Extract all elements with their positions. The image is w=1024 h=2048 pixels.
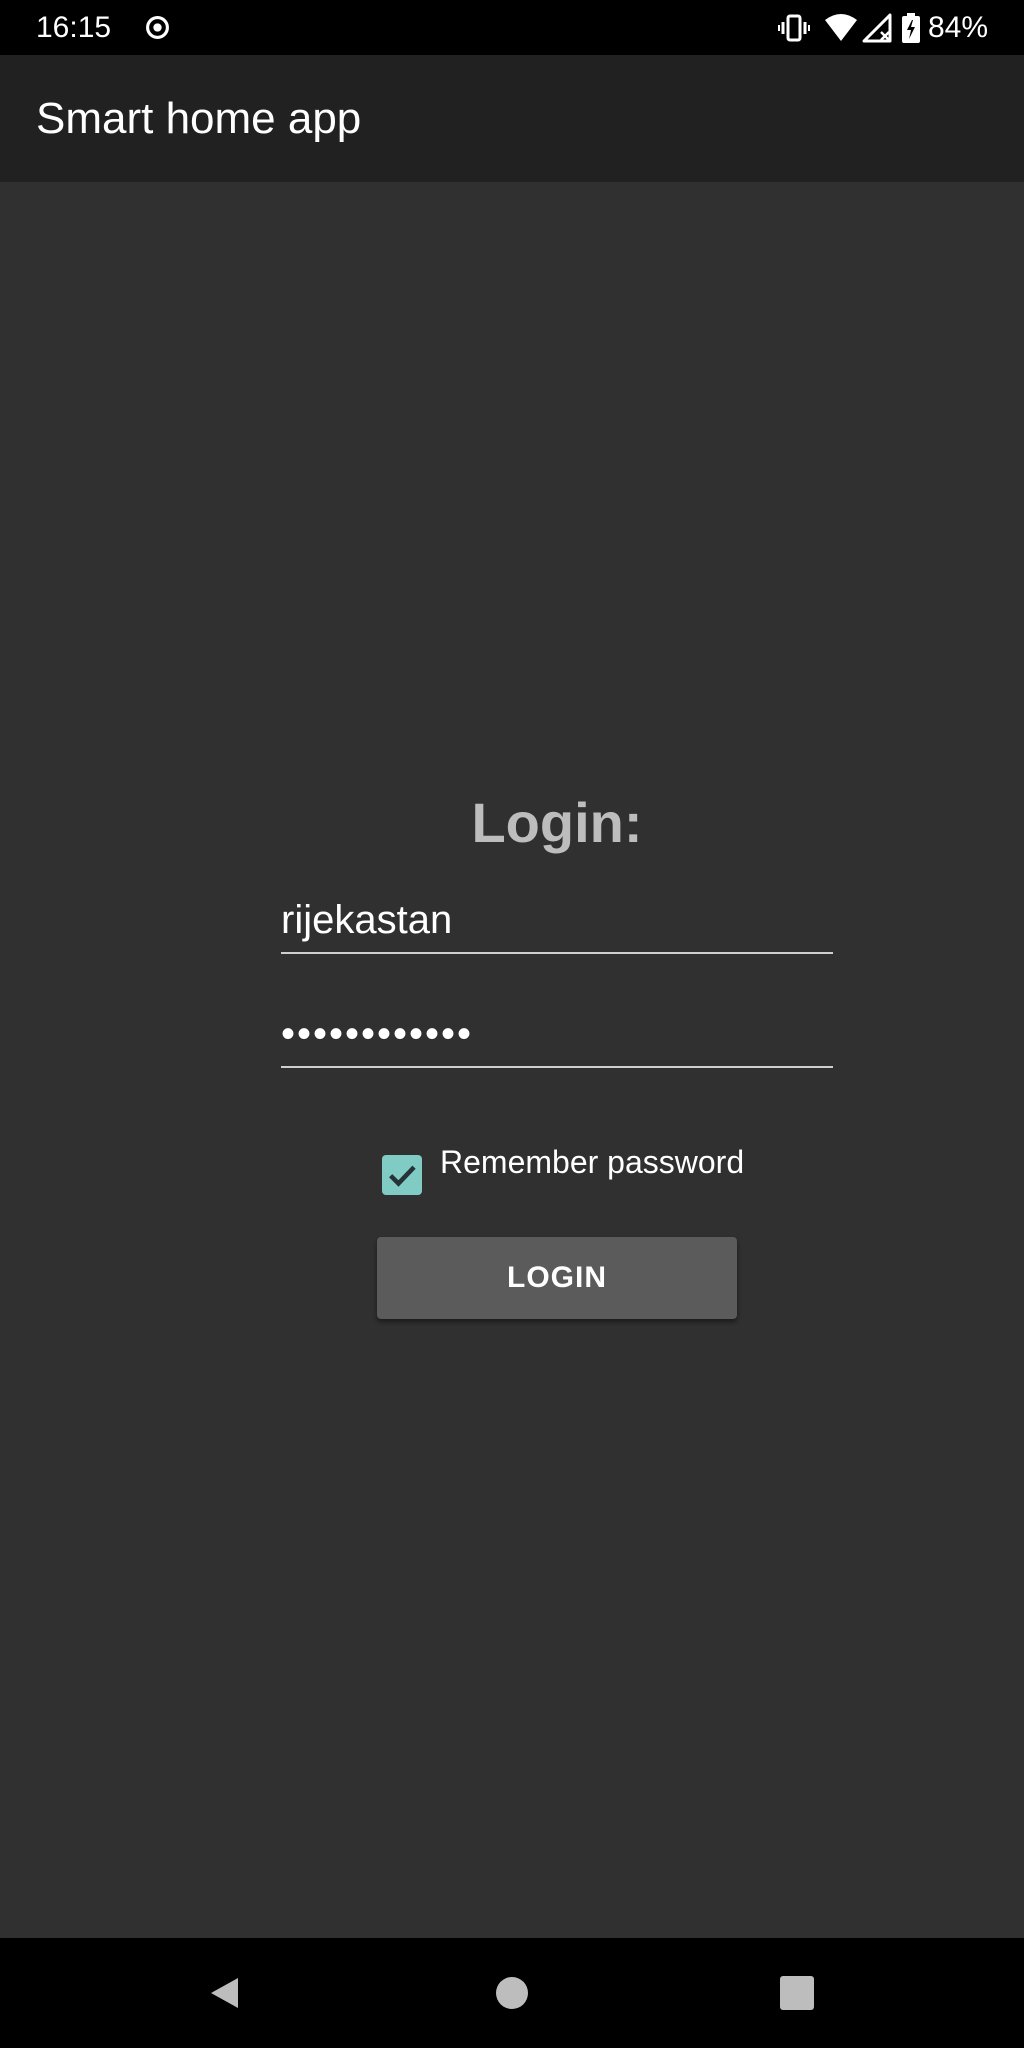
app-title: Smart home app <box>36 94 362 143</box>
battery-percent: 84% <box>927 11 988 44</box>
remember-password-row[interactable]: Remember password <box>382 1140 744 1200</box>
remember-password-checkbox[interactable] <box>382 1155 422 1195</box>
status-icons: 84% <box>777 8 988 48</box>
record-icon <box>146 16 169 39</box>
back-icon <box>211 1978 238 2008</box>
login-screen: 16:15 84% Smart home app Login: rijekast… <box>0 0 1024 2048</box>
app-bar: Smart home app <box>0 55 1024 182</box>
status-time: 16:15 <box>36 11 112 44</box>
wifi-icon <box>824 14 857 41</box>
nav-back-button[interactable] <box>155 1938 295 2048</box>
username-field[interactable] <box>281 888 833 954</box>
recents-icon <box>780 1976 814 2010</box>
status-bar: 16:15 84% <box>0 0 1024 55</box>
checkmark-icon <box>389 1165 416 1187</box>
vibrate-icon <box>777 14 810 42</box>
nav-recents-button[interactable] <box>727 1938 867 2048</box>
signal-icon <box>862 13 892 43</box>
nav-home-button[interactable] <box>442 1938 582 2048</box>
remember-password-label: Remember password <box>440 1144 745 1180</box>
login-button[interactable]: LOGIN <box>377 1237 737 1319</box>
login-heading: Login: <box>471 791 643 854</box>
navigation-bar <box>0 1938 1024 2048</box>
password-field[interactable] <box>281 1002 833 1068</box>
battery-charging-icon <box>901 13 920 43</box>
home-icon <box>496 1977 528 2009</box>
